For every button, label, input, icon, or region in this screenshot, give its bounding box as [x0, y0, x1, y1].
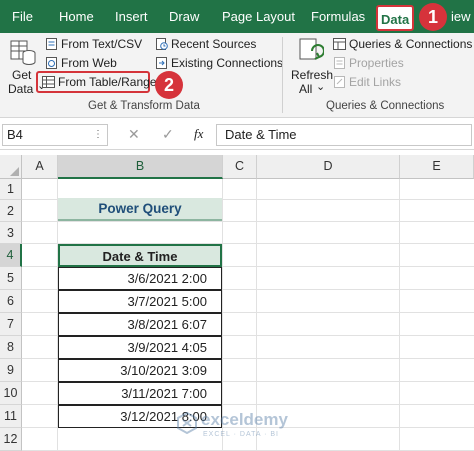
queries-connections-button[interactable]: Queries & Connections	[333, 35, 472, 53]
name-box-value: B4	[7, 127, 23, 142]
from-text-csv-button[interactable]: From Text/CSV	[45, 35, 142, 53]
callout-badge-1: 1	[419, 3, 447, 31]
tab-draw[interactable]: Draw	[169, 0, 199, 33]
column-header-d[interactable]: D	[257, 155, 400, 179]
database-table-icon	[10, 40, 36, 65]
refresh-icon	[299, 38, 324, 60]
table-cell[interactable]: 3/9/2021 4:05	[58, 336, 222, 359]
existing-connections-label: Existing Connections	[171, 56, 284, 70]
row-header-10[interactable]: 10	[0, 382, 22, 405]
tab-view[interactable]: iew	[451, 0, 471, 33]
row-header-1[interactable]: 1	[0, 179, 22, 200]
from-text-csv-label: From Text/CSV	[61, 37, 143, 51]
tab-data[interactable]: Data	[376, 5, 415, 31]
title-cell-power-query[interactable]: Power Query	[58, 198, 222, 221]
ribbon-tab-bar: File Home Insert Draw Page Layout Formul…	[0, 0, 474, 33]
tab-home[interactable]: Home	[59, 0, 94, 33]
get-transform-group-label: Get & Transform Data	[88, 100, 200, 112]
watermark-brand: exceldemy	[201, 410, 288, 429]
from-web-label: From Web	[61, 56, 117, 70]
enter-icon[interactable]: ✓	[162, 126, 174, 143]
from-web-button[interactable]: From Web	[45, 54, 117, 72]
tab-formulas[interactable]: Formulas	[311, 0, 365, 33]
row-header-6[interactable]: 6	[0, 290, 22, 313]
table-header-date-time[interactable]: Date & Time	[58, 244, 222, 267]
refresh-all-label-line1: Refresh	[291, 68, 334, 82]
properties-label: Properties	[349, 56, 404, 70]
web-page-icon	[46, 57, 57, 69]
get-data-label-line2: Data	[8, 82, 34, 96]
edit-links-button[interactable]: Edit Links	[333, 73, 401, 91]
row-header-5[interactable]: 5	[0, 267, 22, 290]
row-header-11[interactable]: 11	[0, 405, 22, 428]
callout-badge-2: 2	[155, 71, 183, 99]
formula-bar: B4 ⋮ ✕ ✓ fx Date & Time	[0, 121, 474, 150]
recent-sources-button[interactable]: Recent Sources	[155, 35, 256, 53]
exceldemy-watermark: exceldemy EXCEL · DATA · BI	[176, 410, 336, 444]
ribbon-body: Get Data ⌄ From Text/CSV From Web From T…	[0, 33, 474, 118]
column-header-e[interactable]: E	[400, 155, 474, 179]
table-cell[interactable]: 3/7/2021 5:00	[58, 290, 222, 313]
row-header-8[interactable]: 8	[0, 336, 22, 359]
from-table-range-button[interactable]: From Table/Range	[42, 73, 157, 91]
formula-input[interactable]: Date & Time	[216, 124, 472, 146]
row-header-12[interactable]: 12	[0, 428, 22, 451]
watermark-tagline: EXCEL · DATA · BI	[203, 431, 279, 438]
edit-links-label: Edit Links	[349, 75, 402, 89]
select-all-triangle-icon	[10, 167, 19, 176]
existing-connections-button[interactable]: Existing Connections	[155, 54, 283, 72]
table-icon	[42, 76, 55, 88]
table-cell[interactable]: 3/11/2021 7:00	[58, 382, 222, 405]
row-header-3[interactable]: 3	[0, 222, 22, 244]
row-header-2[interactable]: 2	[0, 200, 22, 222]
queries-connections-group-label: Queries & Connections	[326, 100, 445, 112]
recent-sources-label: Recent Sources	[171, 37, 257, 51]
get-data-button[interactable]: Get Data ⌄	[6, 35, 46, 97]
insert-function-icon[interactable]: fx	[194, 126, 203, 142]
table-cell[interactable]: 3/6/2021 2:00	[58, 267, 222, 290]
row-header-9[interactable]: 9	[0, 359, 22, 382]
select-all-corner[interactable]	[0, 155, 22, 179]
more-icon: ⋮	[93, 129, 103, 140]
from-table-range-label: From Table/Range	[58, 75, 157, 89]
tab-insert[interactable]: Insert	[115, 0, 148, 33]
table-cell[interactable]: 3/8/2021 6:07	[58, 313, 222, 336]
properties-icon	[334, 57, 345, 69]
edit-links-icon	[334, 76, 345, 88]
name-box[interactable]: B4 ⋮	[2, 124, 108, 146]
refresh-all-button[interactable]: Refresh All ⌄	[290, 35, 334, 97]
refresh-all-label-line2: All	[299, 82, 313, 96]
tab-page-layout[interactable]: Page Layout	[222, 0, 295, 33]
table-cell[interactable]: 3/10/2021 3:09	[58, 359, 222, 382]
tab-file[interactable]: File	[12, 0, 33, 33]
queries-connections-label: Queries & Connections	[349, 37, 473, 51]
gridline	[399, 179, 400, 451]
row-header-7[interactable]: 7	[0, 313, 22, 336]
queries-connections-icon	[333, 38, 346, 50]
exceldemy-logo-icon	[177, 412, 197, 434]
text-file-icon	[46, 38, 57, 50]
group-separator	[282, 37, 283, 113]
column-header-c[interactable]: C	[223, 155, 257, 179]
cancel-icon[interactable]: ✕	[128, 126, 140, 143]
chevron-down-icon: ⌄	[316, 81, 326, 93]
properties-button[interactable]: Properties	[333, 54, 404, 72]
column-header-a[interactable]: A	[22, 155, 58, 179]
recent-sources-icon	[156, 38, 168, 50]
formula-input-value: Date & Time	[225, 127, 297, 142]
existing-connections-icon	[156, 57, 167, 69]
row-header-4[interactable]: 4	[0, 244, 22, 267]
gridline	[22, 221, 474, 222]
get-data-label-line1: Get	[12, 68, 32, 82]
column-header-b[interactable]: B	[58, 155, 223, 179]
